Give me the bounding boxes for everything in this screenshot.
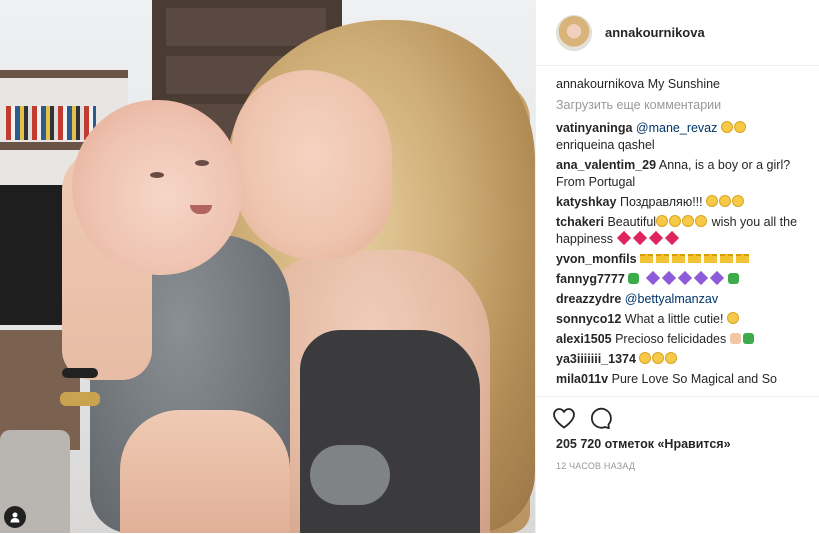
crown-emoji-icon <box>656 254 670 263</box>
comment: ya3iiiiiii_1374 <box>556 351 812 368</box>
avatar[interactable] <box>556 14 592 51</box>
comment-text: Pure Love So Magical and So <box>611 372 778 386</box>
comment-username[interactable]: fannyg7777 <box>556 272 625 286</box>
user-tag-icon[interactable] <box>4 506 26 528</box>
purple-heart-icon <box>709 270 724 286</box>
red-heart-icon <box>649 230 664 246</box>
face-emoji-icon <box>733 121 746 133</box>
clover-emoji-icon <box>728 273 740 284</box>
comment: dreazzydre @bettyalmanzav <box>556 291 812 308</box>
crown-emoji-icon <box>672 254 686 263</box>
comment-username[interactable]: alexi1505 <box>556 332 612 346</box>
heart-eyes-emoji-icon <box>669 215 682 227</box>
comment-username[interactable]: sonnyco12 <box>556 312 621 326</box>
baby-face <box>72 100 242 275</box>
caption: annakournikova My Sunshine <box>556 76 812 93</box>
comment-username[interactable]: katyshkay <box>556 195 616 209</box>
mention-link[interactable]: @mane_revaz <box>636 121 717 135</box>
heart-eyes-emoji-icon <box>695 215 708 227</box>
crown-emoji-icon <box>736 254 750 263</box>
comment-username[interactable]: ana_valentim_29 <box>556 158 656 172</box>
crown-emoji-icon <box>704 254 718 263</box>
baby-sock <box>310 445 390 505</box>
comment-username[interactable]: vatinyaninga <box>556 121 632 135</box>
post-photo[interactable] <box>0 0 535 533</box>
comment-username[interactable]: tchakeri <box>556 215 604 229</box>
television <box>0 185 70 325</box>
caption-text: My Sunshine <box>647 77 721 91</box>
comment: mila011v Pure Love So Magical and So <box>556 371 812 388</box>
face-emoji-icon <box>720 121 733 133</box>
red-heart-icon <box>633 230 648 246</box>
crown-emoji-icon <box>720 254 734 263</box>
post-side-panel: annakournikova annakournikova My Sunshin… <box>535 0 819 533</box>
comment-text: enriqueina qashel <box>556 138 655 152</box>
red-heart-icon <box>617 230 632 246</box>
comment-username[interactable]: ya3iiiiiii_1374 <box>556 352 636 366</box>
comment-username[interactable]: yvon_monfils <box>556 252 637 266</box>
post-timestamp[interactable]: 12 часов назад <box>556 461 635 471</box>
clover-emoji-icon <box>742 333 754 344</box>
load-more-comments[interactable]: Загрузить еще комментарии <box>556 97 812 114</box>
comment-icon[interactable] <box>588 407 612 434</box>
caption-username[interactable]: annakournikova <box>556 77 644 91</box>
header-username[interactable]: annakournikova <box>605 25 705 40</box>
heart-eyes-emoji-icon <box>665 352 678 364</box>
heart-eyes-emoji-icon <box>639 352 652 364</box>
comments-list[interactable]: annakournikova My Sunshine Загрузить еще… <box>556 76 812 394</box>
comment: katyshkay Поздравляю!!! <box>556 194 812 211</box>
comment: fannyg7777 <box>556 270 812 288</box>
clover-emoji-icon <box>628 273 640 284</box>
crown-emoji-icon <box>640 254 654 263</box>
comment: vatinyaninga @mane_revaz enriqueina qash… <box>556 120 812 154</box>
purple-heart-icon <box>645 270 660 286</box>
likes-count[interactable]: 205 720 отметок «Нравится» <box>556 437 731 451</box>
comment-text: Beautiful <box>607 215 657 229</box>
purple-heart-icon <box>693 270 708 286</box>
emoji-icon <box>732 195 745 207</box>
comment: ana_valentim_29 Anna, is a boy or a girl… <box>556 157 812 191</box>
post-actions: 205 720 отметок «Нравится» 12 часов наза… <box>536 396 819 534</box>
comment: yvon_monfils <box>556 251 812 268</box>
comment-username[interactable]: mila011v <box>556 372 608 386</box>
heart-eyes-emoji-icon <box>652 352 665 364</box>
crown-emoji-icon <box>688 254 702 263</box>
comment: sonnyco12 What a little cutie! <box>556 311 812 328</box>
post-header: annakournikova <box>536 0 819 66</box>
heart-eyes-emoji-icon <box>682 215 695 227</box>
comment-username[interactable]: dreazzydre <box>556 292 621 306</box>
woman-face <box>232 70 392 260</box>
comment: tchakeri Beautiful wish you all the happ… <box>556 214 812 248</box>
purple-heart-icon <box>661 270 676 286</box>
thumbs-up-emoji-icon <box>729 333 741 344</box>
comment-text: Поздравляю!!! <box>619 195 703 209</box>
mention-link[interactable]: @bettyalmanzav <box>625 292 718 306</box>
books <box>6 106 96 140</box>
heart-eyes-emoji-icon <box>656 215 669 227</box>
emoji-icon <box>706 195 719 207</box>
red-heart-icon <box>665 230 680 246</box>
emoji-icon <box>719 195 732 207</box>
comment: alexi1505 Precioso felicidades <box>556 331 812 348</box>
heart-icon[interactable] <box>552 407 576 434</box>
instagram-post: annakournikova annakournikova My Sunshin… <box>0 0 819 533</box>
heart-eyes-emoji-icon <box>726 312 739 324</box>
comment-text: Precioso felicidades <box>615 332 727 346</box>
comment-text: What a little cutie! <box>624 312 724 326</box>
black-top <box>300 330 480 533</box>
purple-heart-icon <box>677 270 692 286</box>
